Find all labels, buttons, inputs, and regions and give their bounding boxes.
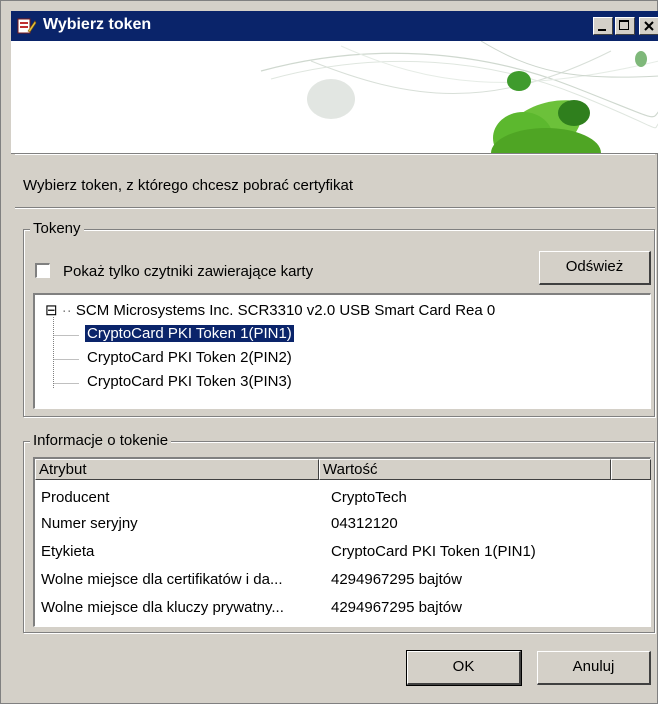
attribute-cell: Producent [41,489,110,506]
minimize-icon [598,29,606,31]
separator [15,153,655,155]
refresh-button[interactable]: Odśwież [539,251,651,285]
dialog-window: Wybierz token Wybierz token, z którego c… [0,0,658,704]
title-bar[interactable]: Wybierz token [11,11,658,41]
token-tree[interactable]: ⊟ ·· SCM Microsystems Inc. SCR3310 v2.0 … [33,293,651,409]
window-title: Wybierz token [43,16,152,33]
attribute-cell: Wolne miejsce dla kluczy prywatny... [41,599,284,616]
column-header-value[interactable]: Wartość [319,459,611,480]
tree-root-node[interactable]: ⊟ ·· SCM Microsystems Inc. SCR3310 v2.0 … [45,301,495,319]
ok-label: OK [452,658,475,675]
app-icon [17,18,37,34]
header-banner [11,41,658,154]
close-button[interactable] [639,17,658,35]
tokens-legend: Tokeny [30,220,84,237]
value-cell: 4294967295 bajtów [331,571,462,588]
show-readers-with-cards-label[interactable]: Pokaż tylko czytniki zawierające karty [63,263,313,280]
table-row[interactable]: Etykieta CryptoCard PKI Token 1(PIN1) [35,543,649,567]
token-info-legend: Informacje o tokenie [30,432,172,449]
token-info-listview[interactable]: Atrybut Wartość Producent CryptoTech Num… [33,457,651,627]
value-cell: CryptoTech [331,489,407,506]
maximize-button[interactable] [615,17,635,35]
column-header-label: Atrybut [39,461,87,478]
tree-node-token-1[interactable]: CryptoCard PKI Token 1(PIN1) [84,324,295,343]
minimize-button[interactable] [593,17,613,35]
value-cell: 4294967295 bajtów [331,599,462,616]
value-cell: CryptoCard PKI Token 1(PIN1) [331,543,536,560]
separator [15,207,655,209]
instruction-text: Wybierz token, z którego chcesz pobrać c… [23,177,353,194]
close-icon [644,21,654,31]
refresh-label: Odśwież [565,258,624,275]
tree-node-label: CryptoCard PKI Token 2(PIN2) [87,349,292,366]
value-cell: 04312120 [331,515,398,532]
cancel-label: Anuluj [572,658,615,675]
attribute-cell: Etykieta [41,543,95,560]
tree-root-label: SCM Microsystems Inc. SCR3310 v2.0 USB S… [75,302,496,319]
table-row[interactable]: Numer seryjny 04312120 [35,515,649,539]
column-header-attribute[interactable]: Atrybut [35,459,319,480]
attribute-cell: Wolne miejsce dla certifikatów i da... [41,571,283,588]
table-row[interactable]: Producent CryptoTech [35,489,649,513]
cancel-button[interactable]: Anuluj [537,651,651,685]
maximize-icon [619,20,629,30]
tree-node-label: CryptoCard PKI Token 1(PIN1) [84,324,295,343]
show-readers-with-cards-checkbox[interactable] [35,263,50,278]
tree-node-token-3[interactable]: CryptoCard PKI Token 3(PIN3) [87,373,292,390]
table-row[interactable]: Wolne miejsce dla kluczy prywatny... 429… [35,599,649,623]
banner-decoration [260,41,658,153]
column-header-empty[interactable] [611,459,651,480]
table-row[interactable]: Wolne miejsce dla certifikatów i da... 4… [35,571,649,595]
tree-node-token-2[interactable]: CryptoCard PKI Token 2(PIN2) [87,349,292,366]
attribute-cell: Numer seryjny [41,515,138,532]
column-header-label: Wartość [323,461,378,478]
tree-node-label: CryptoCard PKI Token 3(PIN3) [87,373,292,390]
ok-button[interactable]: OK [406,650,522,686]
tree-connector-lines [53,317,79,389]
